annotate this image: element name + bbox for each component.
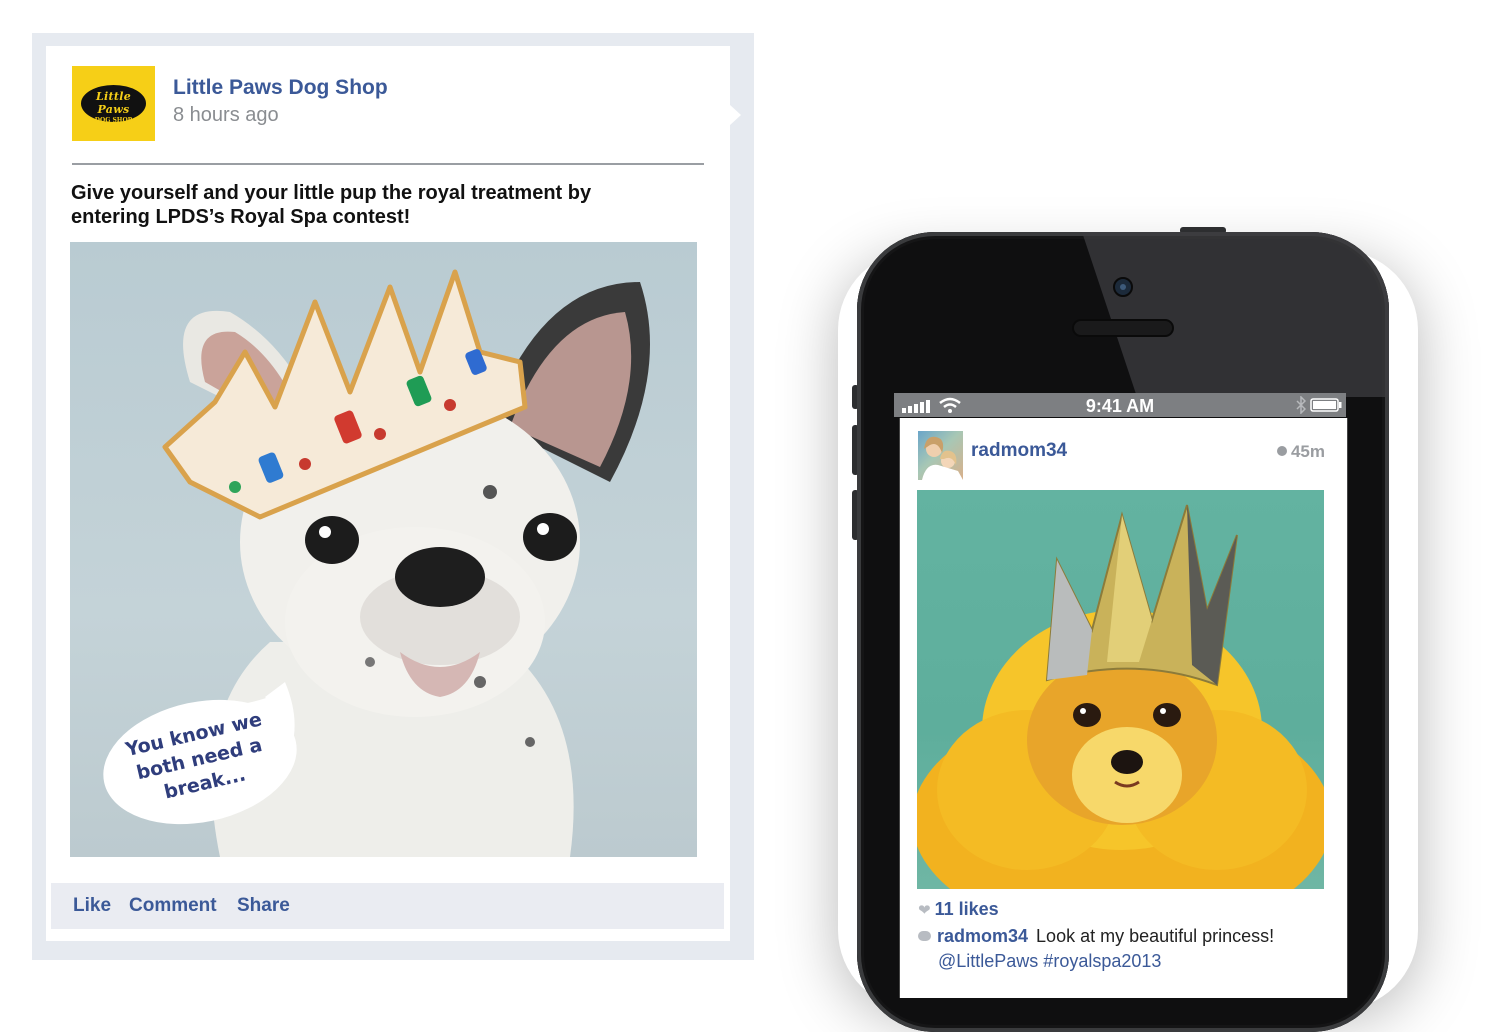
facebook-post-frame: Little Paws DOG SHOP Little Paws Dog Sho… <box>32 33 754 960</box>
post-caption: radmom34 Look at my beautiful princess! @… <box>918 924 1338 974</box>
bluetooth-icon <box>1296 396 1306 414</box>
page-name-link[interactable]: Little Paws Dog Shop <box>173 76 388 100</box>
post-action-bar: Like Comment Share <box>51 883 724 929</box>
phone-screen: radmom34 45m ❤ 11 likes radmom34 Look at… <box>899 418 1348 998</box>
page-logo[interactable]: Little Paws DOG SHOP <box>72 66 155 141</box>
crowned-pomeranian-photo-icon <box>917 504 1324 889</box>
post-photo[interactable]: You know we both need a break... <box>70 242 697 857</box>
like-count-text: 11 likes <box>934 899 999 919</box>
instagram-photo[interactable] <box>917 490 1324 889</box>
username-link[interactable]: radmom34 <box>971 440 1067 462</box>
logo-badge: Little Paws DOG SHOP <box>79 83 148 124</box>
facebook-post-card: Little Paws DOG SHOP Little Paws Dog Sho… <box>46 46 730 941</box>
avatar-photo-icon <box>922 436 963 480</box>
like-link[interactable]: Like <box>73 895 111 917</box>
caption-tags[interactable]: @LittlePaws #royalspa2013 <box>918 949 1338 974</box>
heart-icon: ❤ <box>918 902 931 919</box>
post-message: Give yourself and your little pup the ro… <box>71 182 592 228</box>
share-link[interactable]: Share <box>237 895 290 917</box>
logo-text-bottom: DOG SHOP <box>94 117 133 124</box>
post-pointer-notch <box>729 104 741 126</box>
caption-username[interactable]: radmom34 <box>937 926 1028 946</box>
user-avatar[interactable] <box>918 431 963 480</box>
post-timestamp: 8 hours ago <box>173 104 279 126</box>
header-divider <box>72 163 704 165</box>
clock-icon <box>1276 446 1287 456</box>
post-age-text: 45m <box>1290 442 1325 461</box>
battery-icon <box>1310 398 1342 412</box>
like-count[interactable]: ❤ 11 likes <box>918 899 999 920</box>
status-bar: 9:41 AM <box>894 393 1346 417</box>
comment-link[interactable]: Comment <box>129 895 217 917</box>
logo-text-top: Little Paws <box>95 90 132 116</box>
comment-bubble-icon <box>918 931 931 941</box>
status-time: 9:41 AM <box>1085 396 1155 416</box>
caption-text: Look at my beautiful princess! <box>1036 926 1275 946</box>
crowned-bulldog-photo-icon: You know we both need a break... <box>103 269 650 857</box>
post-age: 45m <box>1276 442 1325 462</box>
